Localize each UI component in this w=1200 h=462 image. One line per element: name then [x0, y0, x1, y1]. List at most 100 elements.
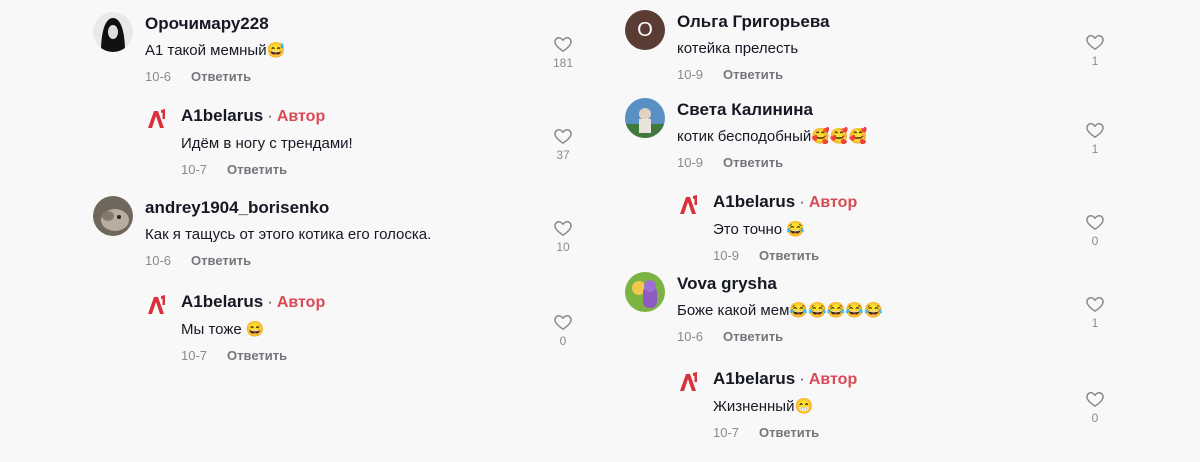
- author-name[interactable]: Орочимару228: [145, 14, 269, 33]
- comment-text: Боже какой мем😂😂😂😂😂: [677, 302, 883, 319]
- comment-date: 10-9: [677, 67, 704, 82]
- comment-meta: 10-7 Ответить: [713, 424, 1065, 442]
- like-button[interactable]: 0: [1075, 389, 1115, 426]
- author-badge: Автор: [276, 108, 326, 125]
- comment-text: Идём в ногу с трендами!: [181, 135, 353, 152]
- author-name[interactable]: A1belarus: [181, 292, 263, 311]
- comment-meta: 10-9 Ответить: [677, 66, 1065, 84]
- author-name[interactable]: andrey1904_borisenko: [145, 198, 329, 217]
- author-name[interactable]: Ольга Григорьева: [677, 12, 830, 31]
- reply-button[interactable]: Ответить: [227, 162, 287, 177]
- author-line: A1belarus · Автор: [713, 190, 1065, 215]
- like-button[interactable]: 1: [1075, 32, 1115, 69]
- author-name[interactable]: Vova grysha: [677, 274, 777, 293]
- reply-button[interactable]: Ответить: [723, 329, 783, 344]
- separator-dot: ·: [267, 106, 273, 125]
- avatar[interactable]: [625, 272, 665, 312]
- heart-icon: [1075, 389, 1115, 409]
- author-line: Света Калинина: [677, 98, 1065, 122]
- brand-logo[interactable]: [146, 108, 168, 130]
- comment-text: А1 такой мемный😅: [145, 42, 286, 59]
- author-line: Ольга Григорьева: [677, 10, 1065, 34]
- like-button[interactable]: 0: [1075, 212, 1115, 249]
- author-name[interactable]: Света Калинина: [677, 100, 813, 119]
- reply-comment: A1belarus · Автор Мы тоже 😄 10-7 Ответить 0: [145, 290, 583, 370]
- comment-date: 10-9: [713, 248, 740, 263]
- author-line: A1belarus · Автор: [713, 367, 1065, 392]
- like-button[interactable]: 1: [1075, 120, 1115, 157]
- like-button[interactable]: 181: [543, 34, 583, 71]
- comment-date: 10-7: [713, 425, 740, 440]
- reply-button[interactable]: Ответить: [759, 425, 819, 440]
- author-line: andrey1904_borisenko: [145, 196, 533, 220]
- reply-button[interactable]: Ответить: [723, 67, 783, 82]
- separator-dot: ·: [799, 369, 805, 388]
- author-line: A1belarus · Автор: [181, 290, 533, 315]
- heart-icon: [543, 218, 583, 238]
- comment: О Ольга Григорьева котейка прелесть 10-9 Отв…: [625, 10, 1115, 90]
- reply-button[interactable]: Ответить: [759, 248, 819, 263]
- like-button[interactable]: 37: [543, 126, 583, 163]
- author-badge: Автор: [808, 371, 858, 388]
- comment-text: котик бесподобный🥰🥰🥰: [677, 128, 868, 145]
- comment-meta: 10-6 Ответить: [677, 328, 1065, 346]
- heart-icon: [1075, 294, 1115, 314]
- comment-meta: 10-7 Ответить: [181, 161, 533, 179]
- like-count: 1: [1091, 316, 1099, 330]
- heart-icon: [1075, 32, 1115, 52]
- comment-text: Мы тоже 😄: [181, 321, 265, 338]
- like-button[interactable]: 0: [543, 312, 583, 349]
- like-count: 37: [556, 148, 570, 162]
- heart-icon: [1075, 120, 1115, 140]
- reply-comment: A1belarus · Автор Жизненный😁 10-7 Ответить 0: [677, 367, 1115, 447]
- like-count: 0: [1091, 234, 1099, 248]
- comment-date: 10-6: [145, 69, 172, 84]
- author-name[interactable]: A1belarus: [713, 369, 795, 388]
- author-name[interactable]: A1belarus: [713, 192, 795, 211]
- reply-comment: A1belarus · Автор Идём в ногу с трендами! 10…: [145, 104, 583, 184]
- comment-meta: 10-6 Ответить: [145, 252, 533, 270]
- comment: Орочимару228 А1 такой мемный😅 10-6 Ответить…: [93, 12, 583, 92]
- comment-date: 10-7: [181, 348, 208, 363]
- comment-meta: 10-6 Ответить: [145, 68, 533, 86]
- reply-button[interactable]: Ответить: [227, 348, 287, 363]
- comment-text: Жизненный😁: [713, 398, 814, 415]
- avatar[interactable]: О: [625, 10, 665, 50]
- reply-button[interactable]: Ответить: [191, 253, 251, 268]
- author-line: Орочимару228: [145, 12, 533, 36]
- comment-date: 10-7: [181, 162, 208, 177]
- heart-icon: [543, 34, 583, 54]
- like-count: 181: [552, 56, 574, 70]
- like-count: 1: [1091, 54, 1099, 68]
- like-count: 0: [559, 334, 567, 348]
- avatar[interactable]: [93, 196, 133, 236]
- author-line: Vova grysha: [677, 272, 1065, 296]
- comment-meta: 10-9 Ответить: [713, 247, 1065, 265]
- like-button[interactable]: 10: [543, 218, 583, 255]
- heart-icon: [543, 126, 583, 146]
- reply-button[interactable]: Ответить: [723, 155, 783, 170]
- author-badge: Автор: [276, 294, 326, 311]
- comment: Света Калинина котик бесподобный🥰🥰🥰 10-9 От…: [625, 98, 1115, 178]
- author-line: A1belarus · Автор: [181, 104, 533, 129]
- author-name[interactable]: A1belarus: [181, 106, 263, 125]
- comment-date: 10-9: [677, 155, 704, 170]
- like-count: 0: [1091, 411, 1099, 425]
- brand-logo[interactable]: [146, 294, 168, 316]
- comment-date: 10-6: [145, 253, 172, 268]
- heart-icon: [1075, 212, 1115, 232]
- brand-logo[interactable]: [678, 194, 700, 216]
- separator-dot: ·: [799, 192, 805, 211]
- reply-comment: A1belarus · Автор Это точно 😂 10-9 Ответить 0: [677, 190, 1115, 270]
- comment: Vova grysha Боже какой мем😂😂😂😂😂 10-6 Ответи…: [625, 272, 1115, 352]
- like-count: 1: [1091, 142, 1099, 156]
- brand-logo[interactable]: [678, 371, 700, 393]
- like-button[interactable]: 1: [1075, 294, 1115, 331]
- comment-date: 10-6: [677, 329, 704, 344]
- comment-text: Это точно 😂: [713, 221, 805, 238]
- separator-dot: ·: [267, 292, 273, 311]
- reply-button[interactable]: Ответить: [191, 69, 251, 84]
- avatar[interactable]: [93, 12, 133, 52]
- avatar[interactable]: [625, 98, 665, 138]
- comment-meta: 10-7 Ответить: [181, 347, 533, 365]
